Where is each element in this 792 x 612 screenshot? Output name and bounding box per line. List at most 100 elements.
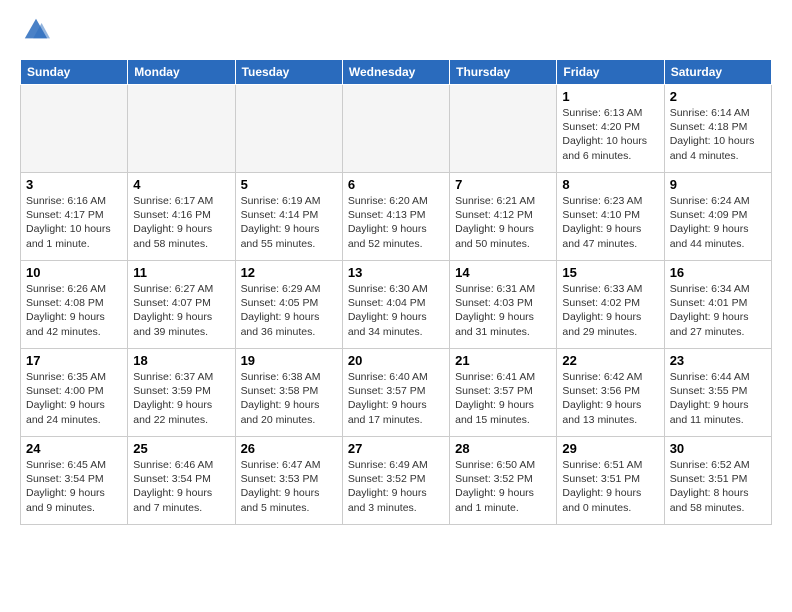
day-info: Sunrise: 6:45 AM Sunset: 3:54 PM Dayligh…: [26, 458, 122, 515]
day-number: 5: [241, 177, 337, 192]
calendar-cell: 28Sunrise: 6:50 AM Sunset: 3:52 PM Dayli…: [450, 437, 557, 525]
day-info: Sunrise: 6:13 AM Sunset: 4:20 PM Dayligh…: [562, 106, 658, 163]
day-number: 3: [26, 177, 122, 192]
col-header-sunday: Sunday: [21, 60, 128, 85]
calendar-cell: 20 Sunrise: 6:40 AM Sunset: 3:57 PM Dayli…: [342, 349, 449, 437]
day-number: 23: [670, 353, 766, 368]
day-number: 30: [670, 441, 766, 456]
calendar-week-5: 24 Sunrise: 6:45 AM Sunset: 3:54 PM Dayli…: [21, 437, 772, 525]
day-info: Sunrise: 6:47 AM Sunset: 3:53 PM Dayligh…: [241, 458, 337, 515]
day-number: 15: [562, 265, 658, 280]
day-number: 16: [670, 265, 766, 280]
calendar-cell: 8 Sunrise: 6:23 AM Sunset: 4:10 PM Daylig…: [557, 173, 664, 261]
day-number: 11: [133, 265, 229, 280]
day-info: Sunrise: 6:41 AM Sunset: 3:57 PM Dayligh…: [455, 370, 551, 427]
day-info: Sunrise: 6:29 AM Sunset: 4:05 PM Dayligh…: [241, 282, 337, 339]
calendar-cell: 24 Sunrise: 6:45 AM Sunset: 3:54 PM Dayli…: [21, 437, 128, 525]
calendar-week-2: 3Sunrise: 6:16 AM Sunset: 4:17 PM Daylig…: [21, 173, 772, 261]
calendar-cell: 27 Sunrise: 6:49 AM Sunset: 3:52 PM Dayli…: [342, 437, 449, 525]
day-info: Sunrise: 6:21 AM Sunset: 4:12 PM Dayligh…: [455, 194, 551, 251]
col-header-monday: Monday: [128, 60, 235, 85]
day-info: Sunrise: 6:27 AM Sunset: 4:07 PM Dayligh…: [133, 282, 229, 339]
day-number: 22: [562, 353, 658, 368]
day-info: Sunrise: 6:37 AM Sunset: 3:59 PM Dayligh…: [133, 370, 229, 427]
day-info: Sunrise: 6:38 AM Sunset: 3:58 PM Dayligh…: [241, 370, 337, 427]
calendar-cell: 23 Sunrise: 6:44 AM Sunset: 3:55 PM Dayli…: [664, 349, 771, 437]
day-info: Sunrise: 6:19 AM Sunset: 4:14 PM Dayligh…: [241, 194, 337, 251]
day-number: 18: [133, 353, 229, 368]
day-number: 12: [241, 265, 337, 280]
day-info: Sunrise: 6:35 AM Sunset: 4:00 PM Dayligh…: [26, 370, 122, 427]
calendar-cell: 6 Sunrise: 6:20 AM Sunset: 4:13 PM Daylig…: [342, 173, 449, 261]
day-info: Sunrise: 6:31 AM Sunset: 4:03 PM Dayligh…: [455, 282, 551, 339]
calendar-cell: 26Sunrise: 6:47 AM Sunset: 3:53 PM Dayli…: [235, 437, 342, 525]
calendar-cell: 22 Sunrise: 6:42 AM Sunset: 3:56 PM Dayli…: [557, 349, 664, 437]
calendar-week-4: 17 Sunrise: 6:35 AM Sunset: 4:00 PM Dayli…: [21, 349, 772, 437]
logo-icon: [22, 16, 50, 44]
day-number: 27: [348, 441, 444, 456]
day-info: Sunrise: 6:30 AM Sunset: 4:04 PM Dayligh…: [348, 282, 444, 339]
day-number: 8: [562, 177, 658, 192]
logo: [20, 16, 52, 49]
day-number: 29: [562, 441, 658, 456]
day-number: 17: [26, 353, 122, 368]
calendar-cell: [21, 85, 128, 173]
calendar-cell: 19Sunrise: 6:38 AM Sunset: 3:58 PM Dayli…: [235, 349, 342, 437]
calendar-cell: 10Sunrise: 6:26 AM Sunset: 4:08 PM Dayli…: [21, 261, 128, 349]
day-info: Sunrise: 6:26 AM Sunset: 4:08 PM Dayligh…: [26, 282, 122, 339]
calendar-week-3: 10Sunrise: 6:26 AM Sunset: 4:08 PM Dayli…: [21, 261, 772, 349]
col-header-friday: Friday: [557, 60, 664, 85]
day-info: Sunrise: 6:24 AM Sunset: 4:09 PM Dayligh…: [670, 194, 766, 251]
day-info: Sunrise: 6:52 AM Sunset: 3:51 PM Dayligh…: [670, 458, 766, 515]
calendar-cell: 2 Sunrise: 6:14 AM Sunset: 4:18 PM Daylig…: [664, 85, 771, 173]
day-info: Sunrise: 6:40 AM Sunset: 3:57 PM Dayligh…: [348, 370, 444, 427]
calendar-cell: 15Sunrise: 6:33 AM Sunset: 4:02 PM Dayli…: [557, 261, 664, 349]
col-header-tuesday: Tuesday: [235, 60, 342, 85]
calendar-cell: 29Sunrise: 6:51 AM Sunset: 3:51 PM Dayli…: [557, 437, 664, 525]
day-number: 4: [133, 177, 229, 192]
day-info: Sunrise: 6:46 AM Sunset: 3:54 PM Dayligh…: [133, 458, 229, 515]
calendar-cell: 21 Sunrise: 6:41 AM Sunset: 3:57 PM Dayli…: [450, 349, 557, 437]
calendar-table: SundayMondayTuesdayWednesdayThursdayFrid…: [20, 59, 772, 525]
day-info: Sunrise: 6:14 AM Sunset: 4:18 PM Dayligh…: [670, 106, 766, 163]
day-info: Sunrise: 6:20 AM Sunset: 4:13 PM Dayligh…: [348, 194, 444, 251]
header: [20, 16, 772, 49]
day-number: 13: [348, 265, 444, 280]
day-number: 24: [26, 441, 122, 456]
calendar-cell: [128, 85, 235, 173]
day-number: 25: [133, 441, 229, 456]
day-info: Sunrise: 6:44 AM Sunset: 3:55 PM Dayligh…: [670, 370, 766, 427]
day-number: 1: [562, 89, 658, 104]
calendar-cell: 3Sunrise: 6:16 AM Sunset: 4:17 PM Daylig…: [21, 173, 128, 261]
calendar-cell: 25 Sunrise: 6:46 AM Sunset: 3:54 PM Dayli…: [128, 437, 235, 525]
day-info: Sunrise: 6:23 AM Sunset: 4:10 PM Dayligh…: [562, 194, 658, 251]
calendar-header-row: SundayMondayTuesdayWednesdayThursdayFrid…: [21, 60, 772, 85]
calendar-cell: 9 Sunrise: 6:24 AM Sunset: 4:09 PM Daylig…: [664, 173, 771, 261]
calendar-week-1: 1 Sunrise: 6:13 AM Sunset: 4:20 PM Daylig…: [21, 85, 772, 173]
calendar-cell: [342, 85, 449, 173]
day-number: 20: [348, 353, 444, 368]
day-number: 2: [670, 89, 766, 104]
calendar-cell: 16 Sunrise: 6:34 AM Sunset: 4:01 PM Dayli…: [664, 261, 771, 349]
calendar-cell: 1 Sunrise: 6:13 AM Sunset: 4:20 PM Daylig…: [557, 85, 664, 173]
calendar-cell: 17 Sunrise: 6:35 AM Sunset: 4:00 PM Dayli…: [21, 349, 128, 437]
calendar-cell: 14Sunrise: 6:31 AM Sunset: 4:03 PM Dayli…: [450, 261, 557, 349]
calendar-cell: 7 Sunrise: 6:21 AM Sunset: 4:12 PM Daylig…: [450, 173, 557, 261]
calendar-cell: 12 Sunrise: 6:29 AM Sunset: 4:05 PM Dayli…: [235, 261, 342, 349]
col-header-wednesday: Wednesday: [342, 60, 449, 85]
calendar-cell: 18 Sunrise: 6:37 AM Sunset: 3:59 PM Dayli…: [128, 349, 235, 437]
day-info: Sunrise: 6:34 AM Sunset: 4:01 PM Dayligh…: [670, 282, 766, 339]
page: SundayMondayTuesdayWednesdayThursdayFrid…: [0, 0, 792, 535]
day-number: 21: [455, 353, 551, 368]
day-number: 7: [455, 177, 551, 192]
calendar-cell: 30 Sunrise: 6:52 AM Sunset: 3:51 PM Dayli…: [664, 437, 771, 525]
day-number: 9: [670, 177, 766, 192]
day-info: Sunrise: 6:50 AM Sunset: 3:52 PM Dayligh…: [455, 458, 551, 515]
day-info: Sunrise: 6:49 AM Sunset: 3:52 PM Dayligh…: [348, 458, 444, 515]
calendar-cell: 4 Sunrise: 6:17 AM Sunset: 4:16 PM Daylig…: [128, 173, 235, 261]
day-number: 6: [348, 177, 444, 192]
day-info: Sunrise: 6:42 AM Sunset: 3:56 PM Dayligh…: [562, 370, 658, 427]
col-header-thursday: Thursday: [450, 60, 557, 85]
day-info: Sunrise: 6:17 AM Sunset: 4:16 PM Dayligh…: [133, 194, 229, 251]
calendar-cell: 5 Sunrise: 6:19 AM Sunset: 4:14 PM Daylig…: [235, 173, 342, 261]
